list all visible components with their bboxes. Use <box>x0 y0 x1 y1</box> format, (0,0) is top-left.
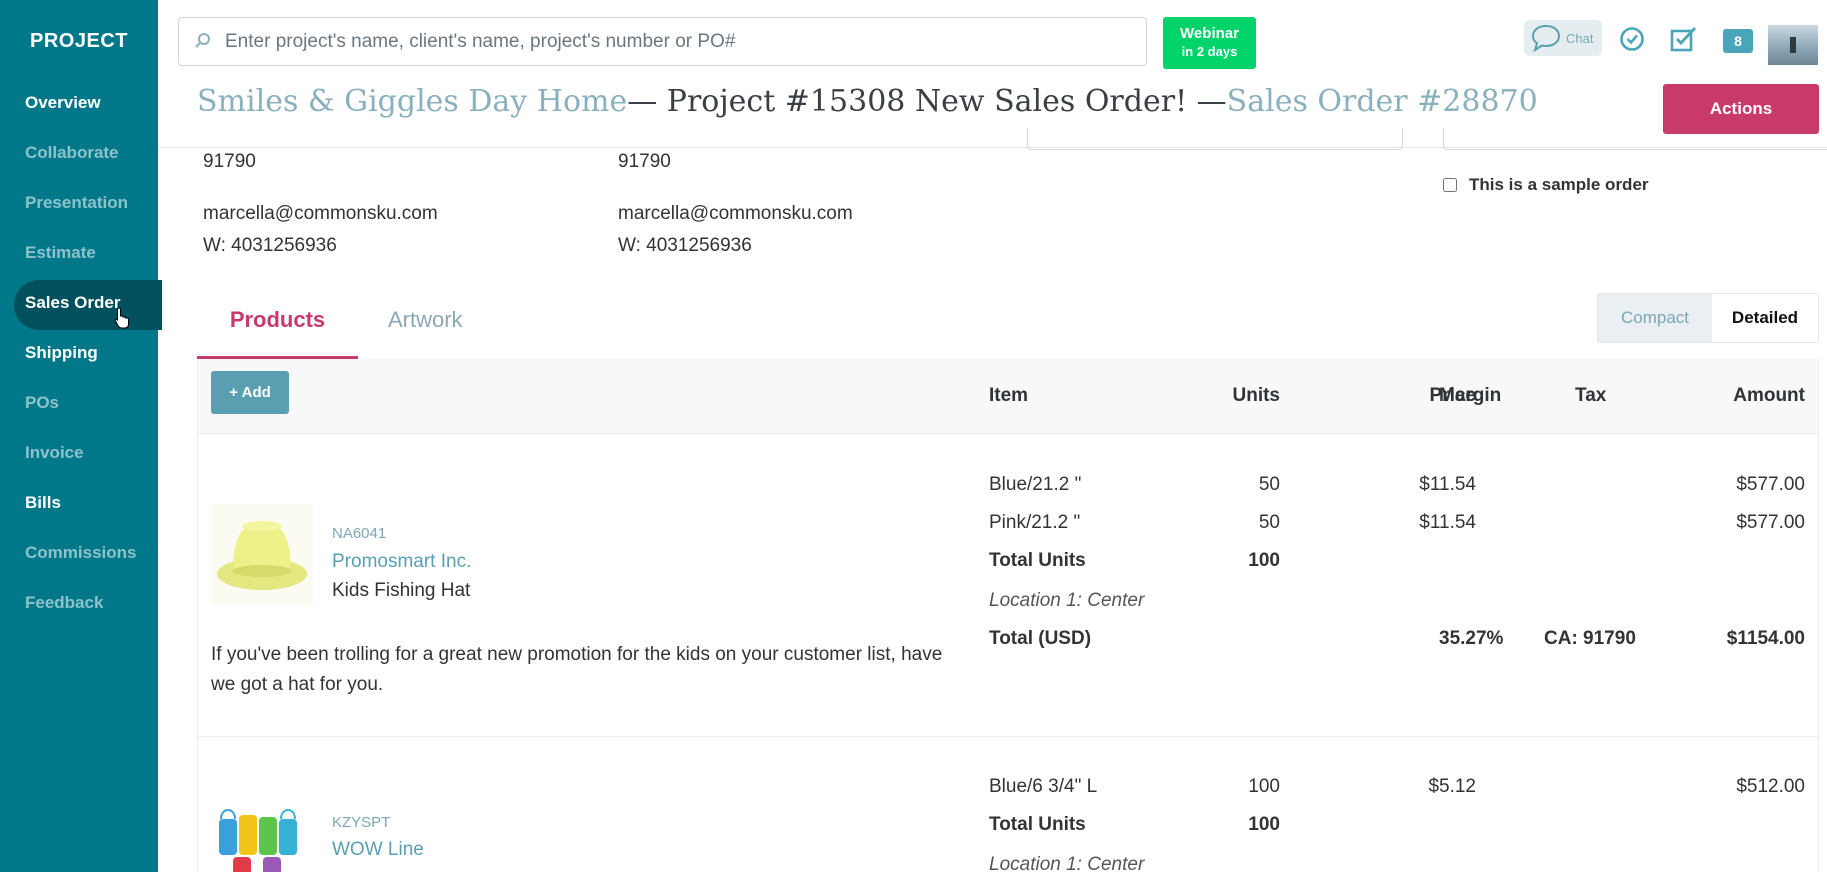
line-item-units: 50 <box>1258 512 1280 533</box>
line-item-price: $11.54 <box>1419 512 1476 533</box>
shipping-postal: 91790 <box>618 151 671 172</box>
product-image-bucket-hat[interactable] <box>211 504 313 604</box>
clock-icon[interactable] <box>1619 26 1645 52</box>
chat-bubble-icon <box>1531 24 1561 53</box>
shipping-phone: W: 4031256936 <box>618 235 752 256</box>
product-sku[interactable]: NA6041 <box>332 525 386 542</box>
supplier-link[interactable]: Promosmart Inc. <box>332 551 471 573</box>
sidebar-item-invoice[interactable]: Invoice <box>0 430 158 480</box>
sidebar: PROJECT Overview Collaborate Presentatio… <box>0 0 162 872</box>
margin-value: 35.27% <box>1439 628 1504 649</box>
sidebar-nav: Overview Collaborate Presentation Estima… <box>0 80 162 630</box>
product-image-water-bottles[interactable] <box>211 799 313 872</box>
search-icon <box>195 33 210 48</box>
line-item-name: Blue/6 3/4" L <box>989 776 1098 797</box>
compact-view-button[interactable]: Compact <box>1598 294 1712 342</box>
total-label: Total (USD) <box>989 628 1092 649</box>
total-units-label: Total Units <box>989 550 1086 571</box>
table-header: + Add Item Units Price Margin Tax Amount <box>198 359 1818 434</box>
sidebar-item-presentation[interactable]: Presentation <box>0 180 158 230</box>
total-units-value: 100 <box>1248 550 1280 571</box>
line-item-price: $5.12 <box>1428 776 1476 797</box>
line-item-amount: $577.00 <box>1736 474 1805 495</box>
line-item-amount: $512.00 <box>1736 776 1805 797</box>
column-item: Item <box>989 385 1029 406</box>
detailed-view-button[interactable]: Detailed <box>1712 294 1818 342</box>
chat-button[interactable]: Chat <box>1524 20 1602 56</box>
sidebar-item-feedback[interactable]: Feedback <box>0 580 158 630</box>
column-units: Units <box>1232 385 1281 406</box>
webinar-countdown: in 2 days <box>1181 44 1238 59</box>
table-row[interactable]: NA6041 Promosmart Inc. Kids Fishing Hat … <box>198 434 1818 737</box>
line-item-name: Blue/21.2 " <box>989 474 1082 495</box>
sidebar-item-shipping[interactable]: Shipping <box>0 330 158 380</box>
billing-email: marcella@commonsku.com <box>203 203 438 224</box>
sidebar-item-collaborate[interactable]: Collaborate <box>0 130 158 180</box>
line-item-units: 100 <box>1248 776 1280 797</box>
add-product-button[interactable]: + Add <box>211 371 289 414</box>
decoration-location: Location 1: Center <box>989 854 1145 872</box>
sidebar-item-commissions[interactable]: Commissions <box>0 530 158 580</box>
billing-postal: 91790 <box>203 151 256 172</box>
sidebar-item-pos[interactable]: POs <box>0 380 158 430</box>
column-margin: Margin <box>1439 385 1502 406</box>
text-field[interactable] <box>1443 128 1827 150</box>
chat-label: Chat <box>1566 31 1594 46</box>
avatar[interactable] <box>1768 25 1818 65</box>
shipping-email: marcella@commonsku.com <box>618 203 853 224</box>
webinar-button[interactable]: Webinar in 2 days <box>1163 17 1256 69</box>
supplier-link[interactable]: WOW Line <box>332 839 424 861</box>
sidebar-item-estimate[interactable]: Estimate <box>0 230 158 280</box>
tasks-icon[interactable] <box>1670 26 1698 52</box>
sidebar-title: PROJECT <box>30 30 128 52</box>
product-sku[interactable]: KZYSPT <box>332 814 390 831</box>
project-title: — Project #15308 New Sales Order! — <box>627 84 1227 119</box>
total-units-value: 100 <box>1248 814 1280 835</box>
decoration-location: Location 1: Center <box>989 590 1145 611</box>
billing-phone: W: 4031256936 <box>203 235 337 256</box>
column-amount: Amount <box>1733 385 1805 406</box>
sales-order-link[interactable]: Sales Order #28870 <box>1227 84 1538 119</box>
sample-order-label: This is a sample order <box>1469 175 1649 194</box>
tab-products[interactable]: Products <box>197 303 358 359</box>
table-row[interactable]: KZYSPT WOW Line Blue/6 3/4" L 100 $5.12 … <box>198 737 1818 872</box>
total-amount: $1154.00 <box>1726 628 1805 649</box>
tab-artwork[interactable]: Artwork <box>388 303 463 333</box>
dropdown-field[interactable] <box>1027 128 1403 150</box>
notification-badge[interactable]: 8 <box>1723 29 1753 53</box>
sidebar-item-overview[interactable]: Overview <box>0 80 158 130</box>
search-input[interactable] <box>225 18 1125 65</box>
project-search[interactable] <box>178 17 1147 66</box>
webinar-label: Webinar <box>1180 25 1239 42</box>
line-item-price: $11.54 <box>1419 474 1476 495</box>
sample-order-checkbox[interactable] <box>1443 178 1457 192</box>
sidebar-item-bills[interactable]: Bills <box>0 480 158 530</box>
view-toggle: Compact Detailed <box>1597 293 1819 343</box>
sidebar-item-sales-order[interactable]: Sales Order <box>0 280 162 330</box>
line-item-name: Pink/21.2 " <box>989 512 1081 533</box>
sample-order-option[interactable]: This is a sample order <box>1443 175 1649 195</box>
client-link[interactable]: Smiles & Giggles Day Home <box>197 84 627 119</box>
total-units-label: Total Units <box>989 814 1086 835</box>
column-tax: Tax <box>1575 385 1607 406</box>
products-table: + Add Item Units Price Margin Tax Amount… <box>197 359 1819 872</box>
product-description: If you've been trolling for a great new … <box>211 644 943 695</box>
product-name: Kids Fishing Hat <box>332 580 471 601</box>
page-title: Smiles & Giggles Day Home— Project #1530… <box>197 84 1538 119</box>
line-item-amount: $577.00 <box>1736 512 1805 533</box>
actions-button[interactable]: Actions <box>1663 84 1819 134</box>
line-item-units: 50 <box>1258 474 1280 495</box>
tax-value: CA: 91790 <box>1544 628 1636 649</box>
